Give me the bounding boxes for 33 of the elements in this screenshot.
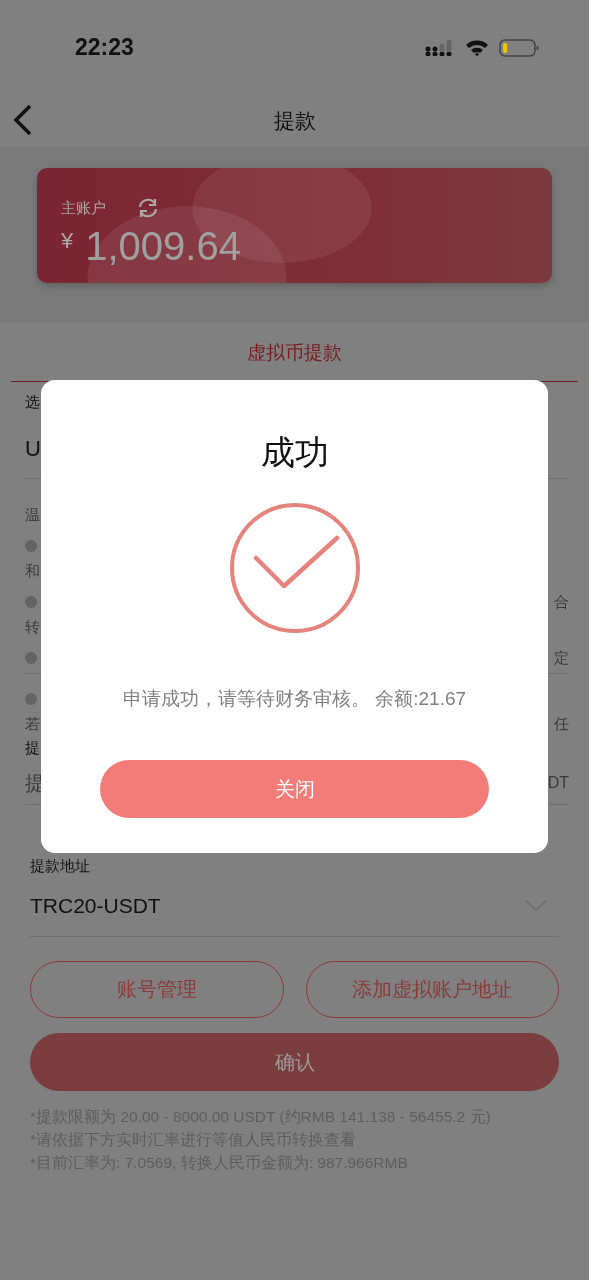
status-time: 22:23	[75, 34, 134, 61]
note-text: 定	[554, 648, 569, 668]
signal-icon	[425, 39, 455, 56]
bullet-icon	[25, 596, 37, 608]
field-label: 提	[25, 738, 40, 758]
note-text: 转	[25, 617, 40, 637]
address-select[interactable]: TRC20-USDT	[30, 876, 559, 937]
note-text: 合	[554, 592, 569, 612]
battery-icon	[499, 37, 539, 58]
balance-amount: 1,009.64	[85, 224, 241, 268]
field-label: 选	[25, 392, 40, 412]
note-text: 任	[554, 714, 569, 734]
confirm-button[interactable]: 确认	[30, 1033, 559, 1091]
unit-text: DT	[547, 774, 569, 792]
back-icon[interactable]	[12, 103, 34, 137]
bullet-icon	[25, 652, 37, 664]
bullet-icon	[25, 540, 37, 552]
note-text: 温	[25, 505, 40, 525]
refresh-icon[interactable]	[136, 196, 160, 220]
dialog-message: 申请成功，请等待财务审核。 余额:21.67	[122, 687, 467, 711]
field-label: 提款地址	[30, 857, 91, 876]
note-text: 若	[25, 714, 40, 734]
tab[interactable]: 虚拟币提款	[247, 323, 342, 381]
bullet-icon	[25, 693, 37, 705]
dialog-title: 成功	[260, 432, 329, 473]
currency-symbol: ¥	[61, 228, 74, 254]
wifi-icon	[465, 39, 489, 56]
page-title: 提款	[273, 108, 316, 134]
check-circle-icon	[228, 502, 361, 634]
field-value: U	[25, 436, 41, 462]
note-text: 和	[25, 561, 40, 581]
close-button[interactable]: 关闭	[100, 760, 489, 818]
account-label: 主账户	[61, 198, 106, 218]
